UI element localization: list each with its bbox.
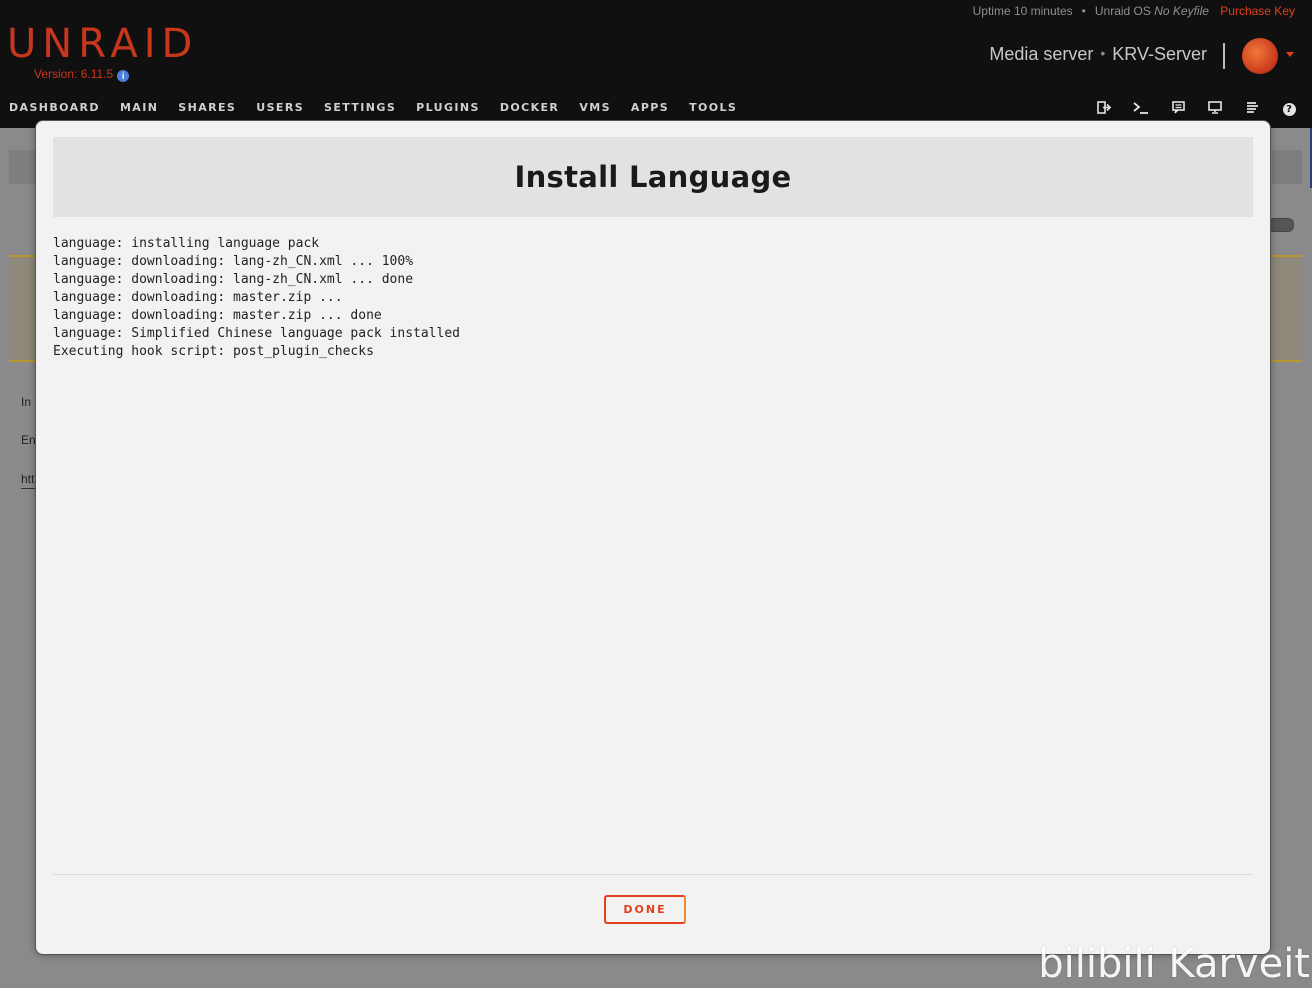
log-line: Executing hook script: post_plugin_check… [53,344,374,359]
nav-settings[interactable]: SETTINGS [324,101,396,114]
nav-shares[interactable]: SHARES [178,101,236,114]
log-icon[interactable] [1243,101,1261,115]
log-line: language: installing language pack [53,236,320,251]
unraid-logo[interactable]: UNRAID [7,22,198,66]
main-nav: DASHBOARD MAIN SHARES USERS SETTINGS PLU… [9,101,757,114]
help-icon[interactable]: ? [1280,101,1298,116]
chevron-down-icon[interactable] [1286,52,1294,57]
terminal-icon[interactable] [1132,101,1150,115]
server-identity: Media server • KRV-Server [989,44,1207,64]
log-line: language: downloading: lang-zh_CN.xml ..… [53,254,414,269]
nav-plugins[interactable]: PLUGINS [416,101,480,114]
dialog-title-bar: Install Language [53,137,1253,217]
server-name: KRV-Server [1112,44,1207,64]
background-toggle [1268,218,1294,232]
background-text: In [21,395,32,409]
install-language-dialog: Install Language language: installing la… [35,120,1271,955]
top-header: Uptime 10 minutes • Unraid OS No Keyfile P… [0,0,1312,128]
status-bar: Uptime 10 minutes • Unraid OS No Keyfile P… [972,4,1295,18]
log-line: language: downloading: lang-zh_CN.xml ..… [53,272,414,287]
nav-icon-bar: ? [1095,101,1298,116]
feedback-icon[interactable] [1169,101,1187,115]
bilibili-watermark: bilibili Karveit [1038,941,1310,987]
background-text: htt [21,472,35,486]
purchase-key-link[interactable]: Purchase Key [1220,4,1295,18]
log-line: language: downloading: master.zip ... [53,290,343,305]
uptime-text: Uptime 10 minutes [972,4,1073,18]
display-icon[interactable] [1206,101,1224,115]
user-avatar[interactable] [1242,38,1278,74]
dialog-title: Install Language [514,160,792,194]
info-icon[interactable]: i [117,70,130,82]
nav-main[interactable]: MAIN [120,101,158,114]
nav-tools[interactable]: TOOLS [689,101,737,114]
keyfile-status: No Keyfile [1154,4,1209,18]
nav-apps[interactable]: APPS [631,101,669,114]
done-button[interactable]: DONE [604,895,686,924]
version-text: Version: 6.11.5 [34,67,114,81]
dialog-divider [53,874,1253,875]
nav-docker[interactable]: DOCKER [500,101,559,114]
os-label: Unraid OS [1094,4,1151,18]
header-divider [1223,43,1225,69]
nav-users[interactable]: USERS [256,101,304,114]
nav-vms[interactable]: VMS [579,101,611,114]
nav-dashboard[interactable]: DASHBOARD [9,101,100,114]
logout-icon[interactable] [1095,101,1113,115]
background-text: En [21,433,36,447]
log-line: language: downloading: master.zip ... do… [53,308,382,323]
server-description: Media server [989,44,1094,64]
version-label: Version: 6.11.5 i [34,67,130,82]
log-line: language: Simplified Chinese language pa… [53,326,460,341]
background-tab-right [1272,150,1302,184]
install-log: language: installing language pack langu… [53,235,460,361]
